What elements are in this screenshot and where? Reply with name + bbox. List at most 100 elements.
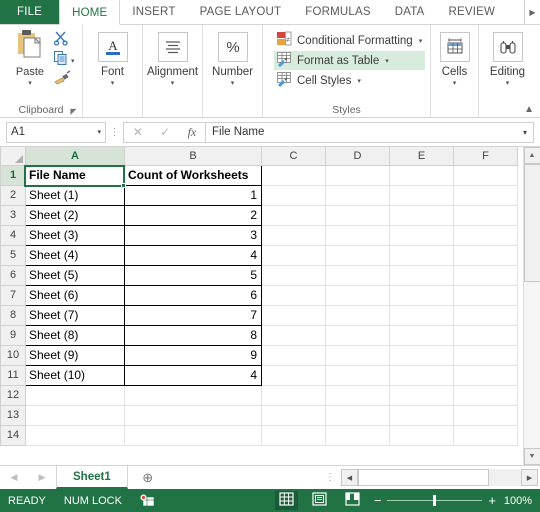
- vertical-scrollbar[interactable]: ▲ ▼: [523, 147, 540, 465]
- tab-page-layout[interactable]: PAGE LAYOUT: [188, 0, 294, 24]
- sheet-tab-sheet1[interactable]: Sheet1: [56, 466, 128, 489]
- cell-a10[interactable]: Sheet (9): [25, 344, 125, 366]
- column-header-c[interactable]: C: [261, 147, 326, 166]
- cell-f6[interactable]: [453, 265, 518, 286]
- editing-dropdown-arrow[interactable]: ▾: [506, 80, 510, 87]
- name-box[interactable]: A1 ▾: [6, 121, 106, 143]
- column-header-a[interactable]: A: [25, 147, 125, 166]
- vertical-scroll-thumb[interactable]: [523, 164, 540, 282]
- cell-c12[interactable]: [261, 385, 326, 406]
- cell-b11[interactable]: 4: [124, 364, 262, 386]
- cell-d5[interactable]: [325, 245, 390, 266]
- cell-d14[interactable]: [325, 425, 390, 446]
- cell-a8[interactable]: Sheet (7): [25, 304, 125, 326]
- cell-a13[interactable]: [25, 405, 125, 426]
- cell-b3[interactable]: 2: [124, 204, 262, 226]
- cell-f2[interactable]: [453, 185, 518, 206]
- alignment-dropdown-arrow[interactable]: ▾: [171, 80, 175, 87]
- nav-first-icon[interactable]: ◀: [11, 472, 18, 483]
- cell-a6[interactable]: Sheet (5): [25, 264, 125, 286]
- cell-a14[interactable]: [25, 425, 125, 446]
- paste-dropdown-arrow[interactable]: ▾: [28, 80, 32, 87]
- row-header-1[interactable]: 1: [0, 164, 26, 186]
- cell-e1[interactable]: [389, 165, 454, 186]
- chevron-down-icon[interactable]: ▾: [419, 37, 423, 45]
- row-header-13[interactable]: 13: [0, 404, 26, 426]
- cancel-x-icon[interactable]: ✕: [133, 125, 143, 139]
- cell-a2[interactable]: Sheet (1): [25, 184, 125, 206]
- cell-b1[interactable]: Count of Worksheets: [124, 164, 262, 186]
- cell-d9[interactable]: [325, 325, 390, 346]
- tab-home[interactable]: HOME: [59, 0, 121, 25]
- scroll-left-arrow-icon[interactable]: ◀: [341, 469, 358, 486]
- cell-f5[interactable]: [453, 245, 518, 266]
- cell-d1[interactable]: [325, 165, 390, 186]
- column-header-f[interactable]: F: [453, 147, 518, 166]
- cell-e2[interactable]: [389, 185, 454, 206]
- zoom-slider[interactable]: [387, 495, 483, 506]
- row-header-11[interactable]: 11: [0, 364, 26, 386]
- chevron-right-icon[interactable]: ▶: [524, 0, 540, 24]
- cell-e3[interactable]: [389, 205, 454, 226]
- cell-c7[interactable]: [261, 285, 326, 306]
- cell-f13[interactable]: [453, 405, 518, 426]
- cell-a12[interactable]: [25, 385, 125, 406]
- vertical-scroll-track[interactable]: [523, 164, 540, 448]
- cell-b10[interactable]: 9: [124, 344, 262, 366]
- cell-d8[interactable]: [325, 305, 390, 326]
- cell-e11[interactable]: [389, 365, 454, 386]
- cell-d6[interactable]: [325, 265, 390, 286]
- row-header-8[interactable]: 8: [0, 304, 26, 326]
- cell-b5[interactable]: 4: [124, 244, 262, 266]
- chevron-down-icon[interactable]: ▾: [97, 128, 101, 136]
- tab-data[interactable]: DATA: [383, 0, 437, 24]
- row-header-10[interactable]: 10: [0, 344, 26, 366]
- cell-d13[interactable]: [325, 405, 390, 426]
- tab-insert[interactable]: INSERT: [120, 0, 187, 24]
- cell-f9[interactable]: [453, 325, 518, 346]
- format-painter-button[interactable]: [53, 69, 75, 89]
- cell-e7[interactable]: [389, 285, 454, 306]
- cell-c8[interactable]: [261, 305, 326, 326]
- cell-b7[interactable]: 6: [124, 284, 262, 306]
- column-header-e[interactable]: E: [389, 147, 454, 166]
- cell-e14[interactable]: [389, 425, 454, 446]
- copy-button[interactable]: ▾: [53, 50, 75, 69]
- alignment-button[interactable]: Alignment ▾: [147, 28, 198, 87]
- scroll-right-arrow-icon[interactable]: ▶: [521, 469, 538, 486]
- cell-b8[interactable]: 7: [124, 304, 262, 326]
- cell-c11[interactable]: [261, 365, 326, 386]
- row-header-6[interactable]: 6: [0, 264, 26, 286]
- cell-f14[interactable]: [453, 425, 518, 446]
- worksheet-grid[interactable]: A B C D E F 1 File Name Count of Workshe…: [0, 147, 523, 465]
- cell-f7[interactable]: [453, 285, 518, 306]
- cell-f11[interactable]: [453, 365, 518, 386]
- font-dropdown-arrow[interactable]: ▾: [111, 80, 115, 87]
- cell-c3[interactable]: [261, 205, 326, 226]
- chevron-down-icon[interactable]: ▾: [385, 57, 389, 65]
- row-header-4[interactable]: 4: [0, 224, 26, 246]
- cell-b9[interactable]: 8: [124, 324, 262, 346]
- cell-c5[interactable]: [261, 245, 326, 266]
- cell-d12[interactable]: [325, 385, 390, 406]
- conditional-formatting-button[interactable]: ≠ Conditional Formatting ▾: [274, 31, 425, 50]
- cell-d4[interactable]: [325, 225, 390, 246]
- cell-b12[interactable]: [124, 385, 262, 406]
- row-header-7[interactable]: 7: [0, 284, 26, 306]
- cell-e13[interactable]: [389, 405, 454, 426]
- zoom-in-button[interactable]: +: [488, 494, 496, 507]
- collapse-ribbon-icon[interactable]: ▲: [524, 104, 534, 115]
- cell-e4[interactable]: [389, 225, 454, 246]
- cell-c14[interactable]: [261, 425, 326, 446]
- cell-e8[interactable]: [389, 305, 454, 326]
- zoom-slider-thumb[interactable]: [433, 495, 437, 506]
- horizontal-scrollbar[interactable]: ◀ ▶: [341, 466, 540, 489]
- cell-a11[interactable]: Sheet (10): [25, 364, 125, 386]
- cell-d7[interactable]: [325, 285, 390, 306]
- zoom-out-button[interactable]: −: [374, 494, 382, 507]
- chevron-down-icon[interactable]: ▾: [523, 128, 527, 137]
- cell-b4[interactable]: 3: [124, 224, 262, 246]
- cell-a1[interactable]: File Name: [25, 164, 125, 186]
- cell-a3[interactable]: Sheet (2): [25, 204, 125, 226]
- normal-view-button[interactable]: [274, 491, 298, 510]
